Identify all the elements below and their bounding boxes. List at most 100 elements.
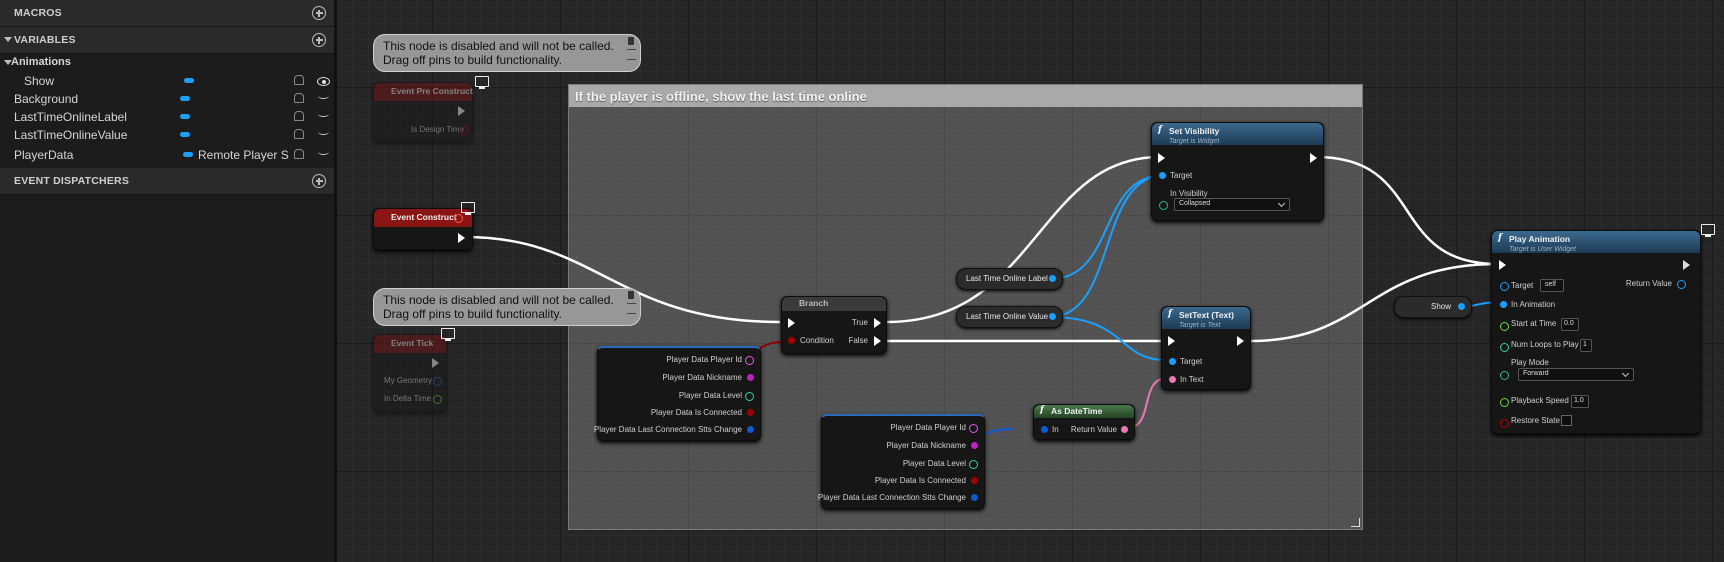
menu-lines-icon[interactable] — [627, 49, 636, 60]
start-time-field[interactable]: 0.0 — [1561, 318, 1579, 331]
object-pin-icon[interactable] — [1677, 280, 1686, 289]
closed-eye-icon[interactable] — [318, 149, 329, 155]
exec-in-pin-icon[interactable] — [788, 318, 795, 328]
string-pin-icon[interactable] — [747, 374, 754, 381]
get-last-time-online-label-node[interactable]: Last Time Online Label — [956, 268, 1063, 290]
struct-pin-icon[interactable] — [433, 377, 442, 386]
string-pin-icon[interactable] — [745, 356, 754, 365]
function-icon: f — [1040, 405, 1044, 415]
event-dispatchers-section-header[interactable]: EVENT DISPATCHERS — [0, 168, 334, 195]
as-datetime-node[interactable]: f As DateTime In Return Value — [1033, 404, 1135, 440]
text-pin-icon[interactable] — [1169, 376, 1176, 383]
variable-lasttimeonlinelabel[interactable]: LastTimeOnlineLabel — [0, 108, 334, 126]
replication-bell-icon[interactable] — [294, 129, 304, 139]
variables-section-header[interactable]: VARIABLES — [0, 27, 334, 54]
get-show-node[interactable]: Show — [1394, 296, 1472, 318]
exec-out-pin-icon[interactable] — [1310, 153, 1317, 163]
exec-out-pin-icon[interactable] — [432, 358, 439, 368]
exec-in-pin-icon[interactable] — [1499, 260, 1506, 270]
object-type-pill-icon — [180, 114, 190, 119]
closed-eye-icon[interactable] — [318, 111, 329, 117]
int-pin-icon[interactable] — [969, 460, 978, 469]
variable-lasttimeonlinevalue[interactable]: LastTimeOnlineValue — [0, 126, 334, 144]
play-animation-node[interactable]: f Play Animation Target is User Widget T… — [1491, 230, 1701, 434]
add-macro-icon[interactable] — [312, 6, 326, 20]
menu-lines-icon[interactable] — [627, 303, 636, 314]
variable-background[interactable]: Background — [0, 90, 334, 108]
pin-icon[interactable] — [628, 291, 634, 299]
struct-pin-icon[interactable] — [971, 494, 978, 501]
exec-out-pin-icon[interactable] — [874, 318, 881, 328]
visibility-dropdown[interactable]: Collapsed — [1174, 198, 1290, 211]
break-player-data-node[interactable]: Player Data Player Id Player Data Nickna… — [818, 414, 985, 509]
enum-pin-icon[interactable] — [1500, 371, 1509, 380]
exec-in-pin-icon[interactable] — [1158, 153, 1165, 163]
macros-section-header[interactable]: MACROS — [0, 0, 334, 27]
object-pin-icon[interactable] — [1169, 358, 1176, 365]
exec-out-pin-icon[interactable] — [1237, 336, 1244, 346]
visibility-eye-icon[interactable] — [317, 77, 330, 86]
replication-bell-icon[interactable] — [294, 149, 304, 159]
delegate-pin-icon[interactable] — [454, 214, 463, 223]
exec-out-pin-icon[interactable] — [1683, 260, 1690, 270]
variable-show[interactable]: Show — [0, 72, 334, 90]
variable-playerdata[interactable]: PlayerData Remote Player S — [0, 146, 334, 164]
branch-node[interactable]: Branch True Condition False — [781, 296, 887, 354]
object-pin-icon[interactable] — [1500, 282, 1509, 291]
bool-pin-icon[interactable] — [747, 409, 754, 416]
bool-pin-icon[interactable] — [1500, 419, 1509, 428]
bool-pin-icon[interactable] — [788, 337, 795, 344]
restore-state-checkbox[interactable] — [1561, 415, 1572, 426]
chevron-down-icon — [1621, 369, 1630, 378]
set-visibility-node[interactable]: f Set Visibility Target is Widget Target… — [1151, 122, 1324, 221]
object-pin-icon[interactable] — [1049, 313, 1056, 320]
replication-bell-icon[interactable] — [294, 75, 304, 85]
collapse-triangle-icon[interactable] — [4, 37, 12, 42]
int-pin-icon[interactable] — [745, 392, 754, 401]
object-pin-icon[interactable] — [1159, 172, 1166, 179]
field-value: 1.0 — [1574, 397, 1584, 404]
closed-eye-icon[interactable] — [318, 129, 329, 135]
playback-speed-field[interactable]: 1.0 — [1571, 395, 1589, 408]
replication-bell-icon[interactable] — [294, 93, 304, 103]
play-mode-dropdown[interactable]: Forward — [1518, 368, 1634, 381]
closed-eye-icon[interactable] — [318, 93, 329, 99]
struct-pin-icon[interactable] — [1041, 426, 1048, 433]
enum-pin-icon[interactable] — [1159, 201, 1168, 210]
pin-label: Player Data Player Id — [666, 355, 742, 364]
object-pin-icon[interactable] — [1500, 301, 1507, 308]
object-pin-icon[interactable] — [1458, 303, 1465, 310]
event-tick-node[interactable]: Event Tick My Geometry In Delta Time — [373, 334, 447, 412]
set-text-node[interactable]: f SetText (Text) Target is Text Target I… — [1161, 306, 1251, 390]
string-pin-icon[interactable] — [969, 424, 978, 433]
float-pin-icon[interactable] — [433, 395, 442, 404]
int-pin-icon[interactable] — [1500, 343, 1509, 352]
float-pin-icon[interactable] — [1500, 398, 1509, 407]
target-field[interactable]: self — [1540, 279, 1564, 292]
client-monitor-icon — [461, 202, 475, 215]
text-pin-icon[interactable] — [1121, 426, 1128, 433]
pin-label: Target — [1180, 357, 1203, 366]
event-graph-canvas[interactable]: If the player is offline, show the last … — [337, 0, 1724, 562]
bool-pin-icon[interactable] — [971, 477, 978, 484]
pin-icon[interactable] — [628, 37, 634, 45]
animations-category[interactable]: Animations — [0, 54, 334, 72]
num-loops-field[interactable]: 1 — [1580, 339, 1592, 352]
event-pre-construct-node[interactable]: Event Pre Construct Is Design Time — [373, 82, 473, 142]
replication-bell-icon[interactable] — [294, 111, 304, 121]
exec-out-pin-icon[interactable] — [874, 336, 881, 346]
exec-out-pin-icon[interactable] — [458, 106, 465, 116]
add-event-dispatcher-icon[interactable] — [312, 174, 326, 188]
string-pin-icon[interactable] — [971, 442, 978, 449]
add-variable-icon[interactable] — [312, 33, 326, 47]
struct-pin-icon[interactable] — [747, 426, 754, 433]
bool-pin-icon[interactable] — [460, 126, 469, 135]
exec-in-pin-icon[interactable] — [1168, 336, 1175, 346]
get-last-time-online-value-node[interactable]: Last Time Online Value — [956, 306, 1063, 328]
float-pin-icon[interactable] — [1500, 322, 1509, 331]
object-pin-icon[interactable] — [1049, 275, 1056, 282]
break-player-data-node[interactable]: Player Data Player Id Player Data Nickna… — [594, 346, 761, 441]
exec-out-pin-icon[interactable] — [458, 233, 465, 243]
node-title: Branch — [799, 298, 829, 308]
event-construct-node[interactable]: Event Construct — [373, 208, 473, 250]
